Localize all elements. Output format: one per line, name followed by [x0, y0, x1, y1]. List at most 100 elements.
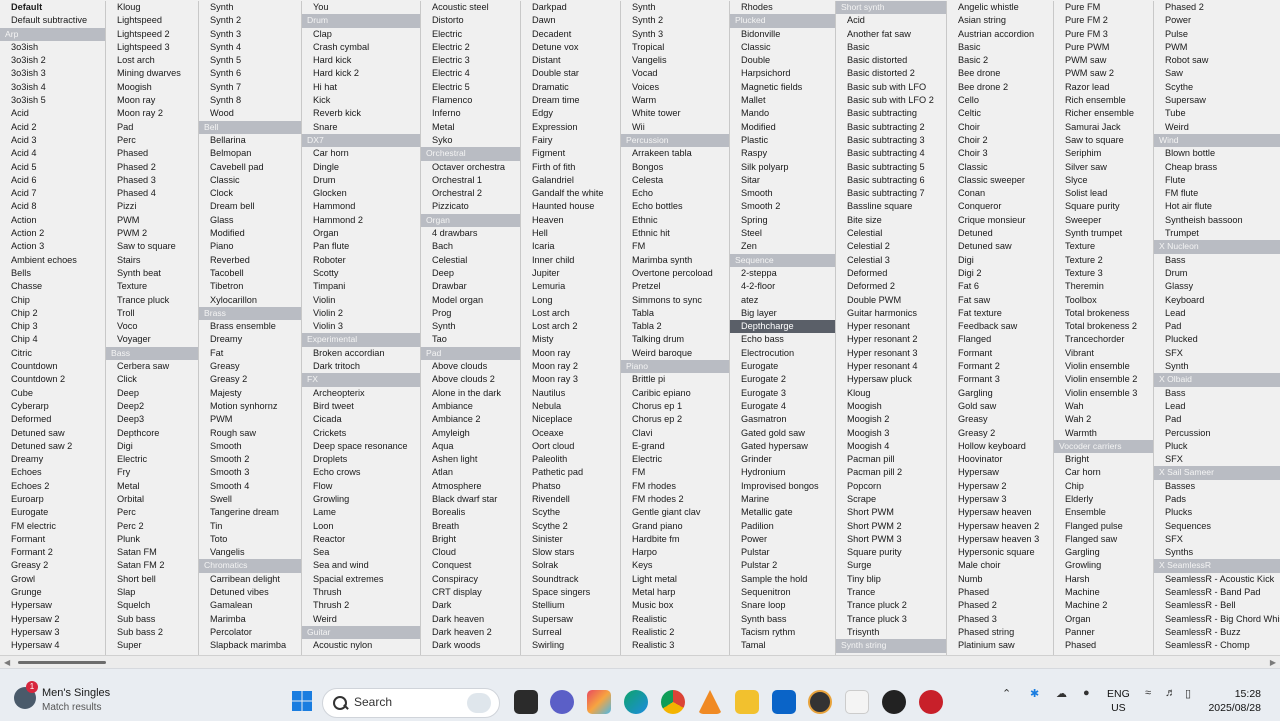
preset-item[interactable]: Acid 3: [0, 134, 105, 147]
preset-item[interactable]: Celestial: [421, 254, 520, 267]
preset-item[interactable]: 4 drawbars: [421, 227, 520, 240]
preset-item[interactable]: Squelch: [106, 599, 198, 612]
preset-item[interactable]: Steel: [730, 227, 835, 240]
preset-item[interactable]: Flanged pulse: [1054, 520, 1153, 533]
preset-item[interactable]: CRT display: [421, 586, 520, 599]
copilot-icon[interactable]: [587, 690, 611, 714]
preset-item[interactable]: Dreamy: [199, 333, 301, 346]
preset-item[interactable]: Deformed 2: [836, 280, 946, 293]
preset-item[interactable]: Ensemble: [1054, 506, 1153, 519]
preset-item[interactable]: Orbital: [106, 493, 198, 506]
preset-item[interactable]: Growl: [0, 573, 105, 586]
preset-item[interactable]: Oceaxe: [521, 427, 620, 440]
preset-item[interactable]: Hyper resonant 4: [836, 360, 946, 373]
preset-item[interactable]: Short PWM 2: [836, 520, 946, 533]
preset-item[interactable]: Fat saw: [947, 294, 1053, 307]
preset-item[interactable]: Euroarp: [0, 493, 105, 506]
preset-item[interactable]: Solrak: [521, 559, 620, 572]
preset-item[interactable]: PWM 2: [106, 227, 198, 240]
preset-item[interactable]: Bidonville: [730, 28, 835, 41]
preset-item[interactable]: Distant: [521, 54, 620, 67]
preset-item[interactable]: Harpsichord: [730, 67, 835, 80]
preset-item[interactable]: Grunge: [0, 586, 105, 599]
preset-item[interactable]: Inner child: [521, 254, 620, 267]
preset-item[interactable]: Countdown: [0, 360, 105, 373]
preset-item[interactable]: Fat texture: [947, 307, 1053, 320]
preset-item[interactable]: Hi hat: [302, 81, 420, 94]
preset-item[interactable]: Detuned vibes: [199, 586, 301, 599]
preset-item[interactable]: PWM saw 2: [1054, 67, 1153, 80]
preset-item[interactable]: Fat 6: [947, 280, 1053, 293]
preset-item[interactable]: Growling: [302, 493, 420, 506]
preset-item[interactable]: Hypersaw pluck: [836, 373, 946, 386]
preset-item[interactable]: Solist lead: [1054, 187, 1153, 200]
preset-item[interactable]: Hypersaw 3: [0, 626, 105, 639]
preset-item[interactable]: 3o3ish 4: [0, 81, 105, 94]
preset-item[interactable]: Synth 7: [199, 81, 301, 94]
preset-item[interactable]: Soundtrack: [521, 573, 620, 586]
preset-item[interactable]: Robot saw: [1154, 54, 1280, 67]
preset-item[interactable]: Octaver orchestra: [421, 161, 520, 174]
preset-item[interactable]: Alone in the dark: [421, 387, 520, 400]
preset-item[interactable]: Ethnic: [621, 214, 729, 227]
preset-item[interactable]: Synth 4: [199, 41, 301, 54]
preset-item[interactable]: Countdown 2: [0, 373, 105, 386]
preset-item[interactable]: Zen: [730, 240, 835, 253]
preset-item[interactable]: Bass: [1154, 254, 1280, 267]
preset-item[interactable]: Arrakeen tabla: [621, 147, 729, 160]
preset-item[interactable]: Basic: [836, 41, 946, 54]
preset-item[interactable]: Decadent: [521, 28, 620, 41]
preset-item[interactable]: Roboter: [302, 254, 420, 267]
preset-item[interactable]: Fry: [106, 466, 198, 479]
preset-item[interactable]: Phased: [947, 586, 1053, 599]
preset-item[interactable]: Default subtractive: [0, 14, 105, 27]
preset-item[interactable]: Acid 4: [0, 147, 105, 160]
preset-item[interactable]: Cavebell pad: [199, 161, 301, 174]
preset-item[interactable]: Keys: [621, 559, 729, 572]
preset-item[interactable]: Tabla: [621, 307, 729, 320]
preset-item[interactable]: Clap: [302, 28, 420, 41]
preset-item[interactable]: Synth: [199, 1, 301, 14]
preset-item[interactable]: Darkpad: [521, 1, 620, 14]
preset-item[interactable]: Lemuria: [521, 280, 620, 293]
preset-item[interactable]: Moogish: [106, 81, 198, 94]
preset-item[interactable]: Tao: [421, 333, 520, 346]
preset-item[interactable]: Cerbera saw: [106, 360, 198, 373]
preset-item[interactable]: Double star: [521, 67, 620, 80]
preset-item[interactable]: Pure FM: [1054, 1, 1153, 14]
preset-item[interactable]: Prog: [421, 307, 520, 320]
preset-item[interactable]: SeamlessR - Band Pad: [1154, 586, 1280, 599]
preset-item[interactable]: Deep2: [106, 400, 198, 413]
preset-item[interactable]: Celestial 3: [836, 254, 946, 267]
preset-item[interactable]: Swirling: [521, 639, 620, 652]
preset-item[interactable]: Plastic: [730, 134, 835, 147]
preset-item[interactable]: Crique monsieur: [947, 214, 1053, 227]
preset-item[interactable]: Plucked: [1154, 333, 1280, 346]
preset-item[interactable]: Brass ensemble: [199, 320, 301, 333]
preset-item[interactable]: Tangerine dream: [199, 506, 301, 519]
preset-item[interactable]: Flanged: [947, 333, 1053, 346]
preset-item[interactable]: Acid: [0, 107, 105, 120]
preset-item[interactable]: Smooth 3: [199, 466, 301, 479]
preset-item[interactable]: Texture: [106, 280, 198, 293]
preset-item[interactable]: Synth 3: [199, 28, 301, 41]
preset-item[interactable]: Hydronium: [730, 466, 835, 479]
preset-item[interactable]: Orchestral 1: [421, 174, 520, 187]
horizontal-scrollbar[interactable]: ◀ ▶: [0, 655, 1280, 669]
preset-item[interactable]: Paleolith: [521, 453, 620, 466]
preset-item[interactable]: Expression: [521, 121, 620, 134]
preset-item[interactable]: Bright: [421, 533, 520, 546]
preset-item[interactable]: Sitar: [730, 174, 835, 187]
preset-item[interactable]: Bellarina: [199, 134, 301, 147]
preset-item[interactable]: Austrian accordion: [947, 28, 1053, 41]
preset-item[interactable]: Moon ray: [106, 94, 198, 107]
preset-item[interactable]: Marimba synth: [621, 254, 729, 267]
preset-item[interactable]: Haunted house: [521, 200, 620, 213]
preset-item[interactable]: Pad: [1154, 320, 1280, 333]
preset-item[interactable]: Pad: [1154, 413, 1280, 426]
preset-item[interactable]: Crash cymbal: [302, 41, 420, 54]
preset-item[interactable]: Bassline square: [836, 200, 946, 213]
preset-item[interactable]: Big layer: [730, 307, 835, 320]
preset-item[interactable]: Pulstar: [730, 546, 835, 559]
preset-item[interactable]: Ashen light: [421, 453, 520, 466]
